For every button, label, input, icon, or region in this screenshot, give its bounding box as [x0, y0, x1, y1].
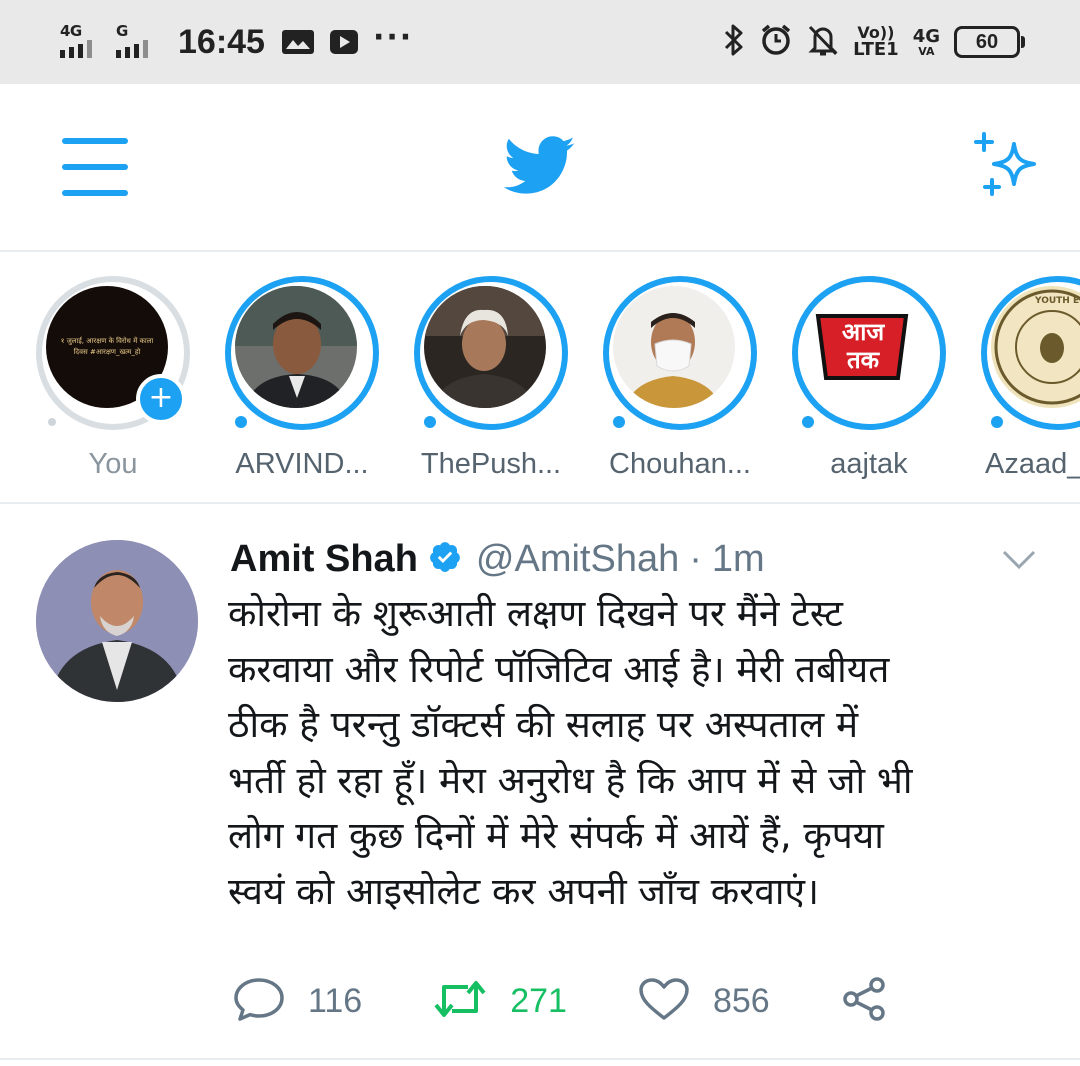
- mute-icon: [807, 23, 839, 61]
- reply-icon: [232, 976, 286, 1026]
- divider: [0, 1058, 1080, 1060]
- heart-icon: [637, 976, 691, 1026]
- fleet-avatar: [613, 286, 735, 408]
- twitter-logo-icon[interactable]: [503, 136, 576, 200]
- sim2-network-label: G: [116, 22, 128, 40]
- fleet-label: ThePush...: [420, 448, 562, 480]
- status-bar: 4G G 16:45 ··· Vo)) LTE1 4G VA 60: [0, 0, 1080, 84]
- tweet-text-line: करवाया और रिपोर्ट पॉजिटिव आई है। मेरी तब…: [228, 647, 890, 691]
- clock: 16:45: [178, 22, 265, 61]
- tweet-text-line: स्वयं को आइसोलेट कर अपनी जाँच करवाएं।: [228, 869, 819, 913]
- retweet-button[interactable]: 271: [432, 977, 567, 1025]
- aajtak-logo-line2: तक: [846, 346, 880, 374]
- volte-bottom-label: LTE1: [853, 39, 899, 60]
- share-icon: [840, 975, 888, 1027]
- author-handle[interactable]: @AmitShah: [476, 538, 679, 581]
- fleet-avatar: [235, 286, 357, 408]
- fleet-avatar: [424, 286, 546, 408]
- alarm-icon: [759, 23, 793, 61]
- retweet-count: 271: [510, 981, 567, 1020]
- bluetooth-icon: [723, 23, 745, 61]
- azaad-logo-text: YOUTH EQUALITY FOU: [1035, 296, 1080, 306]
- network-type-label: 4G: [912, 25, 940, 47]
- tweet-text-line: भर्ती हो रहा हूँ। मेरा अनुरोध है कि आप म…: [228, 758, 913, 802]
- sim1-signal-icon: 4G: [60, 22, 104, 62]
- tweet-timestamp[interactable]: 1m: [712, 538, 765, 581]
- tweet-actions: 116 271 856: [232, 974, 958, 1028]
- tweet-text-line: ठीक है परन्तु डॉक्टर्स की सलाह पर अस्पता…: [228, 703, 859, 746]
- like-button[interactable]: 856: [637, 976, 770, 1026]
- reply-count: 116: [308, 981, 363, 1020]
- fleet-label: aajtak: [830, 448, 908, 480]
- sparkle-icon[interactable]: [968, 130, 1048, 206]
- aajtak-logo-line1: आज: [841, 318, 885, 346]
- author-name[interactable]: Amit Shah: [230, 538, 418, 581]
- battery-level: 60: [975, 30, 999, 53]
- retweet-icon: [432, 977, 488, 1025]
- battery-icon: 60: [954, 26, 1025, 58]
- like-count: 856: [712, 981, 770, 1020]
- network-activity-label: VA: [918, 44, 935, 58]
- more-notifications-icon: ···: [372, 19, 414, 55]
- tweet-text: कोरोना के शुरूआती लक्षण दिखने पर मैंने ट…: [228, 586, 1048, 919]
- aajtak-logo: आज तक: [802, 318, 924, 374]
- sim2-signal-icon: G: [116, 22, 160, 62]
- tweet-text-line: लोग गत कुछ दिनों में मेरे संपर्क में आये…: [228, 814, 884, 857]
- fleet-label: Chouhan...: [609, 448, 751, 480]
- app-header: [0, 84, 1080, 252]
- share-button[interactable]: [840, 975, 888, 1027]
- add-fleet-button[interactable]: +: [136, 374, 186, 424]
- tweet-text-line: कोरोना के शुरूआती लक्षण दिखने पर मैंने ट…: [228, 592, 843, 635]
- fleets-row: १ जुलाई, आरक्षण के विरोध में काला दिवस #…: [0, 252, 1080, 504]
- tweet-author-avatar[interactable]: [36, 540, 198, 702]
- reply-button[interactable]: 116: [232, 976, 362, 1026]
- fleet-label: ARVIND...: [235, 448, 369, 480]
- gallery-icon: [281, 29, 315, 55]
- fleet-avatar: आज तक: [802, 286, 924, 408]
- verified-badge-icon: [428, 540, 462, 578]
- tweet[interactable]: Amit Shah @AmitShah · 1m कोरोना के शुरूआ…: [0, 504, 1080, 1066]
- chevron-down-icon[interactable]: [1002, 550, 1036, 574]
- volte-indicator: Vo)) LTE1: [853, 25, 899, 59]
- fleet-avatar-text: १ जुलाई, आरक्षण के विरोध में काला दिवस #…: [60, 337, 154, 356]
- fleet-label: Azaad_: [985, 448, 1080, 480]
- menu-icon[interactable]: [62, 138, 128, 198]
- tweet-header: Amit Shah @AmitShah · 1m: [230, 534, 765, 584]
- header-separator: ·: [689, 537, 702, 580]
- network-type-indicator: 4G VA: [912, 25, 940, 58]
- youtube-icon: [329, 29, 359, 55]
- sim1-network-label: 4G: [60, 22, 82, 40]
- fleet-label: You: [88, 448, 138, 480]
